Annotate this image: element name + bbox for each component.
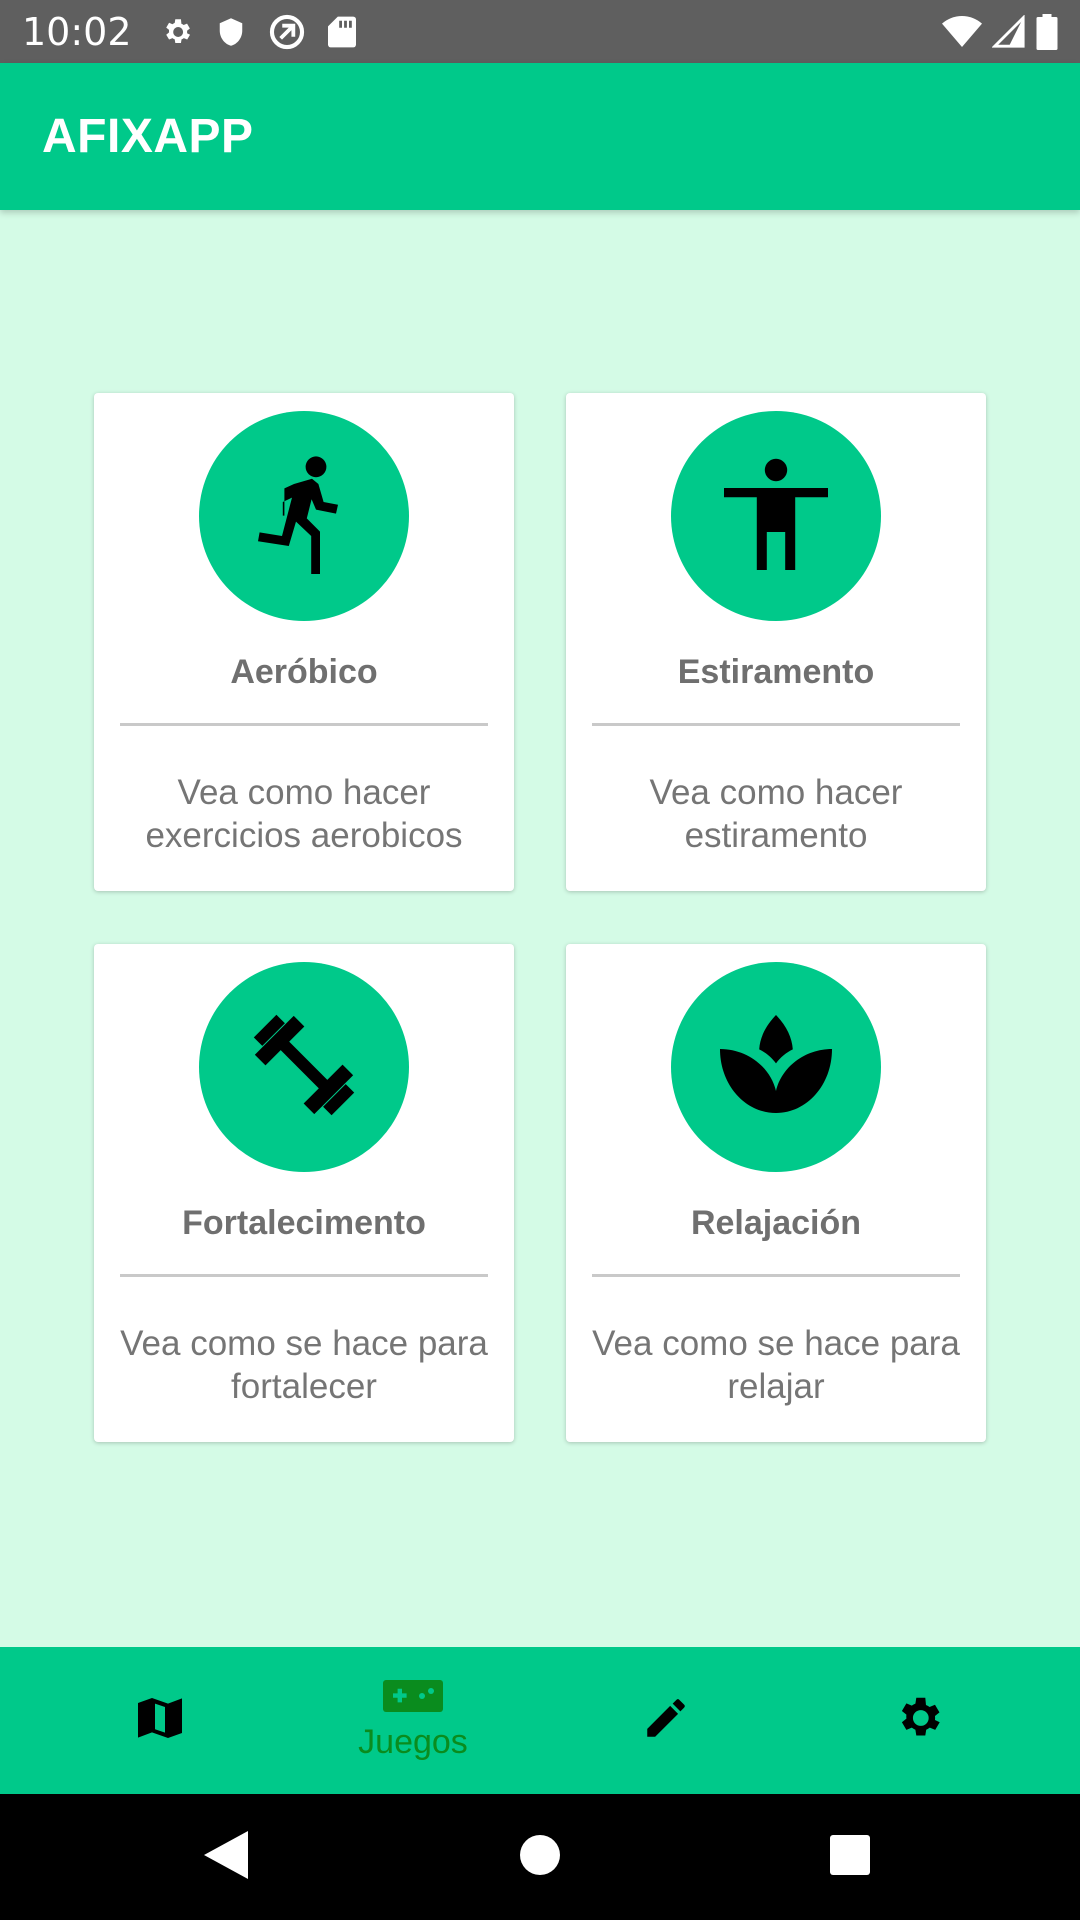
app-title: AFIXAPP <box>42 110 254 163</box>
wifi-icon <box>942 15 982 49</box>
battery-icon <box>1036 13 1058 50</box>
recents-icon <box>830 1834 870 1880</box>
card-divider <box>592 723 960 726</box>
nav-item-edit[interactable] <box>531 1647 801 1794</box>
shield-icon <box>216 15 246 49</box>
running-icon <box>256 454 352 579</box>
map-icon <box>136 1694 184 1747</box>
card-divider <box>120 723 488 726</box>
card-description: Vea como hacer exercicios aerobicos <box>145 773 463 855</box>
card-title: Estiramento <box>677 653 875 691</box>
card-icon-circle <box>671 962 881 1172</box>
dumbbell-icon <box>244 1005 364 1130</box>
card-relaxation[interactable]: Relajación Vea como se hace para relajar <box>566 944 986 1442</box>
status-bar: 10:02 <box>0 0 1080 63</box>
gear-icon <box>892 1691 946 1750</box>
back-icon <box>204 1830 248 1884</box>
gamepad-icon <box>383 1679 443 1717</box>
card-divider <box>120 1274 488 1277</box>
card-divider <box>592 1274 960 1277</box>
card-title: Fortalecimento <box>182 1204 426 1242</box>
status-icons-left <box>160 13 356 51</box>
home-button[interactable] <box>510 1827 570 1887</box>
status-icons-right <box>942 13 1058 50</box>
card-title: Aeróbico <box>230 653 378 691</box>
nav-item-settings[interactable] <box>784 1647 1054 1794</box>
card-description: Vea como se hace para fortalecer <box>120 1324 488 1406</box>
card-icon-circle <box>199 962 409 1172</box>
card-title: Relajación <box>690 1204 862 1242</box>
status-time: 10:02 <box>22 9 132 54</box>
card-aerobic[interactable]: Aeróbico Vea como hacer exercicios aerob… <box>94 393 514 891</box>
system-navigation-bar <box>0 1794 1080 1920</box>
card-description: Vea como se hace para relajar <box>592 1324 960 1406</box>
card-stretching[interactable]: Estiramento Vea como hacer estiramento <box>566 393 986 891</box>
back-button[interactable] <box>196 1827 256 1887</box>
stretching-icon <box>724 457 828 576</box>
sd-card-icon <box>327 15 356 49</box>
settings-icon <box>160 15 194 49</box>
card-icon-circle <box>199 411 409 621</box>
nav-item-map[interactable] <box>25 1647 295 1794</box>
card-description: Vea como hacer estiramento <box>649 773 903 855</box>
lotus-icon <box>720 1014 832 1120</box>
nav-item-games[interactable]: Juegos <box>278 1647 548 1794</box>
card-strengthening[interactable]: Fortalecimento Vea como se hace para for… <box>94 944 514 1442</box>
no-data-icon <box>268 13 306 51</box>
pencil-icon <box>641 1693 691 1748</box>
home-icon <box>520 1834 560 1880</box>
bottom-navigation: Juegos <box>0 1647 1080 1794</box>
card-icon-circle <box>671 411 881 621</box>
app-bar: AFIXAPP <box>0 63 1080 210</box>
recents-button[interactable] <box>820 1827 880 1887</box>
signal-icon <box>992 14 1026 49</box>
nav-label-games: Juegos <box>358 1722 468 1761</box>
